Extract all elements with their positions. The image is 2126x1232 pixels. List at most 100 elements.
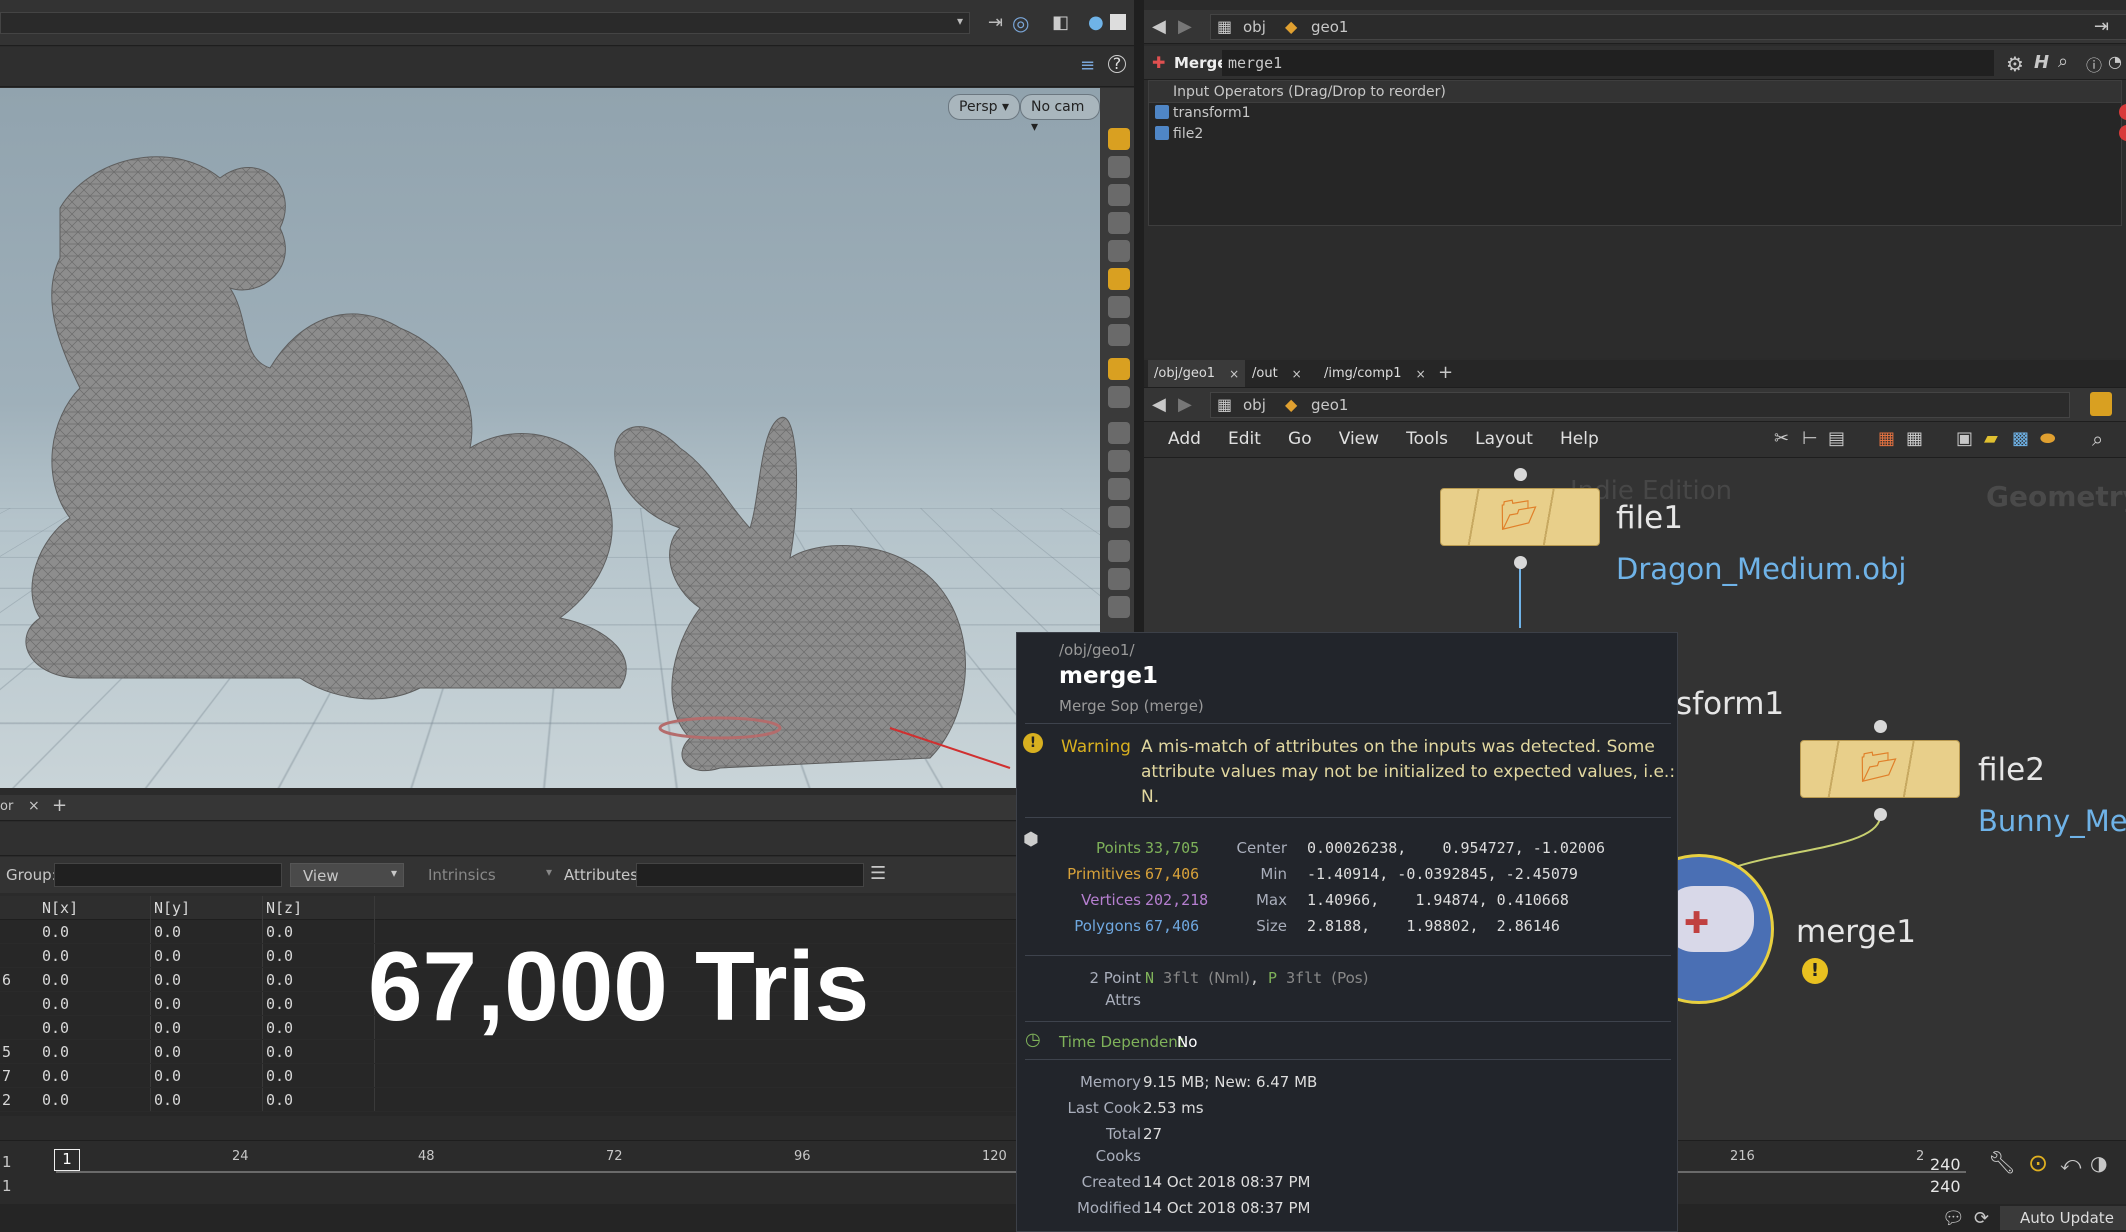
grid-icon[interactable]: ▦ xyxy=(1906,428,1923,449)
note-icon[interactable]: ▰ xyxy=(1984,428,1998,449)
selection-icon[interactable] xyxy=(1108,128,1130,150)
menu-view[interactable]: View xyxy=(1339,429,1379,449)
output-connector[interactable] xyxy=(1874,808,1887,821)
warning-icon[interactable]: ! xyxy=(1802,958,1828,984)
remove-input-icon[interactable] xyxy=(2119,125,2126,141)
light-icon[interactable] xyxy=(1108,268,1130,290)
zoom-icon[interactable]: ⌕ xyxy=(2092,427,2103,451)
hand-icon[interactable] xyxy=(1108,540,1130,562)
lock-icon[interactable] xyxy=(1108,184,1130,206)
loop-icon[interactable]: ⤺ xyxy=(2060,1151,2081,1175)
tools-icon[interactable]: ✂ xyxy=(1774,428,1789,449)
grid-color-icon[interactable]: ▦ xyxy=(1878,428,1895,449)
menu-layout[interactable]: Layout xyxy=(1475,429,1533,449)
node-name-field[interactable]: merge1 xyxy=(1222,50,1994,76)
list-icon[interactable]: ▤ xyxy=(1828,428,1845,449)
column-header[interactable]: N[y] xyxy=(154,899,190,917)
cube-icon[interactable]: ◧ xyxy=(1052,12,1069,33)
display-options-icon[interactable]: ≡ xyxy=(1080,55,1095,76)
remove-input-icon[interactable] xyxy=(2119,104,2126,120)
reload-icon[interactable]: ◔ xyxy=(2108,52,2122,71)
tab-img-comp1[interactable]: /img/comp1 × xyxy=(1318,360,1432,387)
menu-go[interactable]: Go xyxy=(1288,429,1312,449)
brush-icon[interactable] xyxy=(1108,478,1130,500)
target-icon[interactable]: ◎ xyxy=(1012,11,1029,35)
camera-menu-button[interactable]: No cam ▾ xyxy=(1020,94,1100,135)
output-connector[interactable] xyxy=(1514,556,1527,569)
options-icon[interactable]: ☰ xyxy=(870,863,886,884)
dot-display-icon[interactable] xyxy=(1108,422,1130,444)
help-icon[interactable]: ? xyxy=(1108,55,1126,73)
pin-icon[interactable]: ⇥ xyxy=(2094,16,2109,37)
key-icon[interactable]: 🔧︎ xyxy=(1988,1151,2016,1176)
table-row[interactable]: 7 0.0 0.0 0.0 xyxy=(0,1064,1016,1088)
3d-viewport[interactable]: Persp ▾ No cam ▾ xyxy=(0,88,1100,788)
persp-menu-button[interactable]: Persp ▾ xyxy=(948,94,1020,120)
pin-icon[interactable] xyxy=(2090,392,2112,416)
input-connector[interactable] xyxy=(1514,468,1527,481)
point-icon[interactable]: ● xyxy=(1088,12,1104,33)
input-connector[interactable] xyxy=(1874,720,1887,733)
image-icon[interactable]: ▣ xyxy=(1956,428,1973,449)
normal-display-icon[interactable] xyxy=(1108,450,1130,472)
add-tab-icon[interactable]: + xyxy=(1438,362,1453,383)
info-icon[interactable]: ⓘ xyxy=(2086,52,2102,76)
current-frame-marker[interactable]: 1 xyxy=(54,1149,80,1171)
person-icon[interactable] xyxy=(1108,324,1130,346)
auto-update-button[interactable]: Auto Update xyxy=(2000,1206,2126,1230)
snap-icon[interactable] xyxy=(1108,212,1130,234)
menu-help[interactable]: Help xyxy=(1560,429,1599,449)
back-icon[interactable]: ◀ xyxy=(1152,16,1166,37)
background-image-icon[interactable]: ▩ xyxy=(2012,428,2029,449)
input-row[interactable]: file2 xyxy=(1149,124,2126,144)
path-obj[interactable]: obj xyxy=(1243,18,1266,36)
refresh-icon[interactable]: ⟳ xyxy=(1974,1208,1989,1229)
tree-icon[interactable]: ⊢ xyxy=(1802,428,1818,449)
gear-icon[interactable]: ⚙ xyxy=(2006,52,2024,76)
forward-icon[interactable]: ▶ xyxy=(1178,394,1192,415)
close-tab-icon[interactable]: × xyxy=(28,798,40,814)
attributes-input[interactable] xyxy=(636,863,864,887)
column-header[interactable]: N[z] xyxy=(266,899,302,917)
audio-icon[interactable]: ◑ xyxy=(2090,1151,2107,1175)
path-bar[interactable]: ▦ obj ◆ geo1 xyxy=(1210,392,2070,418)
back-icon[interactable]: ◀ xyxy=(1152,394,1166,415)
pin-icon[interactable]: ⇥ xyxy=(988,12,1003,33)
path-geo[interactable]: geo1 xyxy=(1311,396,1348,414)
shelf-icon[interactable]: ⬬ xyxy=(2040,428,2055,449)
help-h-icon[interactable]: H xyxy=(2034,52,2049,73)
number-display-icon[interactable] xyxy=(1108,506,1130,528)
visibility-icon[interactable] xyxy=(1108,156,1130,178)
camera-icon[interactable] xyxy=(1108,358,1130,380)
ghost-icon[interactable] xyxy=(1108,240,1130,262)
close-tab-icon[interactable]: × xyxy=(1416,367,1426,381)
close-tab-icon[interactable]: × xyxy=(1229,367,1239,381)
menu-edit[interactable]: Edit xyxy=(1228,429,1261,449)
forward-icon[interactable]: ▶ xyxy=(1178,16,1192,37)
add-tab-icon[interactable]: + xyxy=(52,795,67,816)
search-icon[interactable]: ⌕ xyxy=(2058,51,2068,72)
path-geo[interactable]: geo1 xyxy=(1311,18,1348,36)
realtime-icon[interactable]: ⊙ xyxy=(2028,1149,2048,1177)
toolbar-dropdown[interactable] xyxy=(0,12,970,34)
paint-icon[interactable] xyxy=(1108,568,1130,590)
wireframe-icon[interactable] xyxy=(1108,386,1130,408)
menu-tools[interactable]: Tools xyxy=(1406,429,1448,449)
column-header[interactable]: N[x] xyxy=(42,899,78,917)
view-dropdown[interactable]: View ▾ xyxy=(290,863,404,887)
pin-location-icon[interactable] xyxy=(1108,296,1130,318)
table-row[interactable]: 2 0.0 0.0 0.0 xyxy=(0,1088,1016,1112)
path-bar[interactable]: ▦ obj ◆ geo1 xyxy=(1210,14,2126,40)
spreadsheet-tab[interactable]: or xyxy=(0,799,13,814)
input-row[interactable]: transform1 xyxy=(1149,103,2126,123)
menu-add[interactable]: Add xyxy=(1168,429,1201,449)
tab-out[interactable]: /out × xyxy=(1246,360,1308,387)
table-row[interactable]: 5 0.0 0.0 0.0 xyxy=(0,1040,1016,1064)
corner-icon[interactable] xyxy=(1108,596,1130,618)
notification-icon[interactable]: 💬︎ xyxy=(1942,1208,1965,1229)
close-tab-icon[interactable]: × xyxy=(1292,367,1302,381)
path-obj[interactable]: obj xyxy=(1243,396,1266,414)
square-icon[interactable] xyxy=(1110,14,1126,30)
intrinsics-dropdown[interactable]: Intrinsics ▾ xyxy=(416,863,558,887)
tab-obj-geo1[interactable]: /obj/geo1 × xyxy=(1148,360,1246,387)
